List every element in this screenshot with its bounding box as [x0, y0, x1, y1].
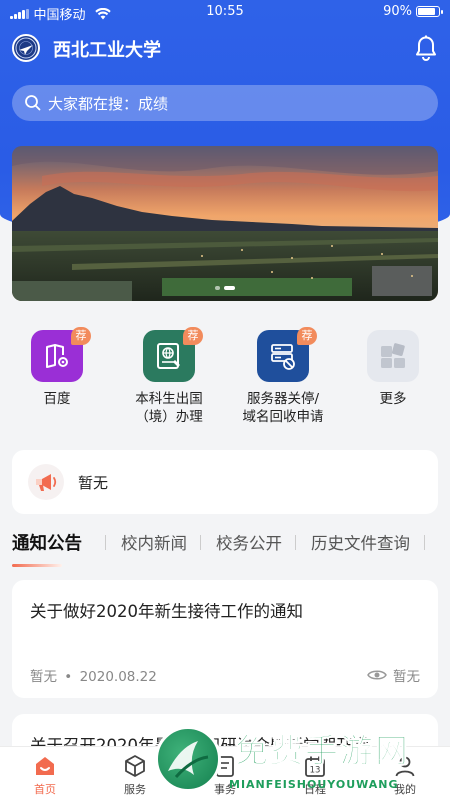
banner-carousel[interactable]: [12, 146, 438, 301]
tab-campus-news[interactable]: 校内新闻: [121, 530, 187, 554]
news-tabs: 通知公告 校内新闻 校务公开 历史文件查询: [12, 530, 450, 570]
notice-card[interactable]: 暂无: [12, 450, 438, 514]
tab-divider: [424, 535, 425, 550]
tab-public-affairs[interactable]: 校务公开: [216, 530, 282, 554]
article-date: 2020.08.22: [79, 669, 157, 685]
tab-divider: [105, 535, 106, 550]
app-header: 西北工业大学: [0, 30, 450, 66]
grid-item-label-line1: 本科生出国: [135, 391, 203, 407]
meta-separator: •: [64, 669, 73, 685]
recommend-badge: 荐: [183, 327, 203, 345]
grid-item-study-abroad[interactable]: 荐 本科生出国 （境）办理: [109, 327, 229, 426]
grid-item-server-shutdown[interactable]: 荐 服务器关停/ 域名回收申请: [223, 327, 343, 426]
watermark-logo-icon: [155, 726, 221, 792]
article-source: 暂无: [30, 669, 57, 685]
battery-group: 90%: [383, 4, 443, 19]
app-title: 西北工业大学: [53, 40, 161, 61]
grid-item-baidu[interactable]: 荐 百度: [0, 327, 117, 408]
battery-percent: 90%: [383, 4, 412, 19]
grid-item-label-line2: （境）办理: [135, 409, 203, 425]
tabbar-label: 首页: [34, 783, 56, 796]
banner-image: [12, 146, 438, 301]
search-bar[interactable]: 大家都在搜：成绩: [12, 85, 438, 121]
grid-item-label: 百度: [43, 391, 71, 407]
server-stop-icon: 荐: [257, 327, 317, 382]
watermark-subtext: MIANFEISHOUYOUWANG: [229, 778, 399, 791]
article-title: 关于做好2020年新生接待工作的通知: [30, 602, 303, 621]
globe-document-icon: 荐: [143, 327, 203, 382]
book-gear-icon: 荐: [31, 327, 91, 382]
quick-access-grid: 荐 百度 荐 本科生出国 （境）办理 荐 服务器关停/ 域名回收申请 更多: [0, 327, 450, 430]
tab-divider: [200, 535, 201, 550]
home-icon: [15, 753, 75, 779]
tab-announcements[interactable]: 通知公告: [12, 530, 82, 555]
status-bar: 中国移动 10:55 90%: [0, 0, 450, 24]
carousel-dot[interactable]: [215, 286, 220, 290]
bell-icon[interactable]: [414, 35, 438, 61]
active-tab-indicator: [12, 564, 62, 567]
more-grid-icon: [367, 330, 419, 382]
article-view-count: 暂无: [393, 669, 420, 685]
watermark-overlay: 免费手游网 MIANFEISHOUYOUWANG: [155, 724, 450, 800]
article-card[interactable]: 关于做好2020年新生接待工作的通知 暂无 • 2020.08.22 暂无: [12, 580, 438, 698]
carousel-dots[interactable]: [12, 286, 438, 290]
search-placeholder: 大家都在搜：成绩: [48, 94, 169, 113]
battery-fill: [418, 8, 436, 15]
article-meta: 暂无 • 2020.08.22: [30, 665, 157, 685]
recommend-badge: 荐: [297, 327, 317, 345]
search-icon: [25, 95, 41, 111]
watermark-text: 免费手游网: [235, 731, 410, 771]
tab-divider: [295, 535, 296, 550]
eye-icon: [367, 670, 387, 680]
university-logo-icon[interactable]: [12, 34, 40, 62]
tabbar-home[interactable]: 首页: [15, 753, 75, 797]
grid-item-label-line2: 域名回收申请: [242, 409, 324, 425]
grid-item-label: 更多: [379, 391, 407, 407]
notice-text: 暂无: [78, 473, 109, 492]
recommend-badge: 荐: [71, 327, 91, 345]
tab-history-files[interactable]: 历史文件查询: [311, 530, 410, 554]
grid-item-more[interactable]: 更多: [333, 330, 450, 408]
battery-icon: [416, 6, 443, 17]
carousel-dot[interactable]: [224, 286, 235, 290]
article-views: 暂无: [367, 665, 420, 685]
megaphone-icon: [28, 464, 64, 500]
grid-item-label-line1: 服务器关停/: [246, 391, 320, 407]
